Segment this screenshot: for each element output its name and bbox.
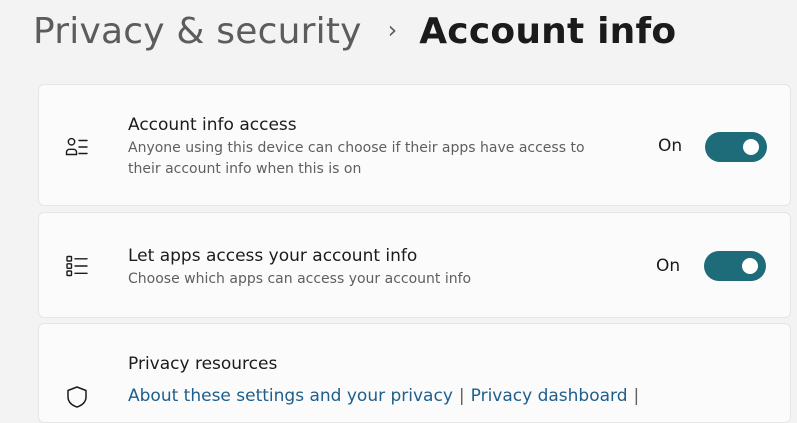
toggle-knob	[742, 258, 758, 274]
setting-text: Account info access Anyone using this de…	[128, 113, 598, 180]
privacy-links: About these settings and your privacy | Pr…	[128, 384, 645, 408]
privacy-resources-card: Privacy resources About these settings a…	[38, 323, 791, 423]
account-info-icon	[65, 135, 89, 159]
setting-title: Account info access	[128, 115, 297, 135]
app-list-icon	[65, 254, 89, 278]
setting-let-apps-access-account-info: Let apps access your account info Choose…	[38, 212, 791, 318]
setting-title: Let apps access your account info	[128, 246, 418, 266]
breadcrumb-privacy-security[interactable]: Privacy & security	[33, 11, 362, 52]
link-about-settings-privacy[interactable]: About these settings and your privacy	[128, 386, 453, 406]
let-apps-access-account-info-toggle[interactable]	[704, 251, 766, 281]
setting-account-info-access: Account info access Anyone using this de…	[38, 84, 791, 206]
link-separator: |	[458, 386, 465, 406]
shield-icon	[65, 385, 89, 409]
link-separator: |	[633, 386, 640, 406]
privacy-resources-text: Privacy resources About these settings a…	[128, 352, 645, 408]
breadcrumb-separator: ›	[387, 16, 398, 44]
page-title: Account info	[419, 10, 677, 52]
setting-description: Anyone using this device can choose if t…	[128, 140, 585, 177]
breadcrumb: Privacy & security › Account info	[33, 6, 676, 56]
setting-description: Choose which apps can access your accoun…	[128, 271, 472, 287]
privacy-resources-title: Privacy resources	[128, 354, 278, 374]
toggle-knob	[743, 139, 759, 155]
account-info-access-toggle[interactable]	[705, 132, 767, 162]
setting-text: Let apps access your account info Choose…	[128, 244, 471, 290]
link-privacy-dashboard[interactable]: Privacy dashboard	[471, 386, 628, 406]
toggle-state-label: On	[656, 256, 681, 276]
toggle-state-label: On	[658, 136, 683, 156]
